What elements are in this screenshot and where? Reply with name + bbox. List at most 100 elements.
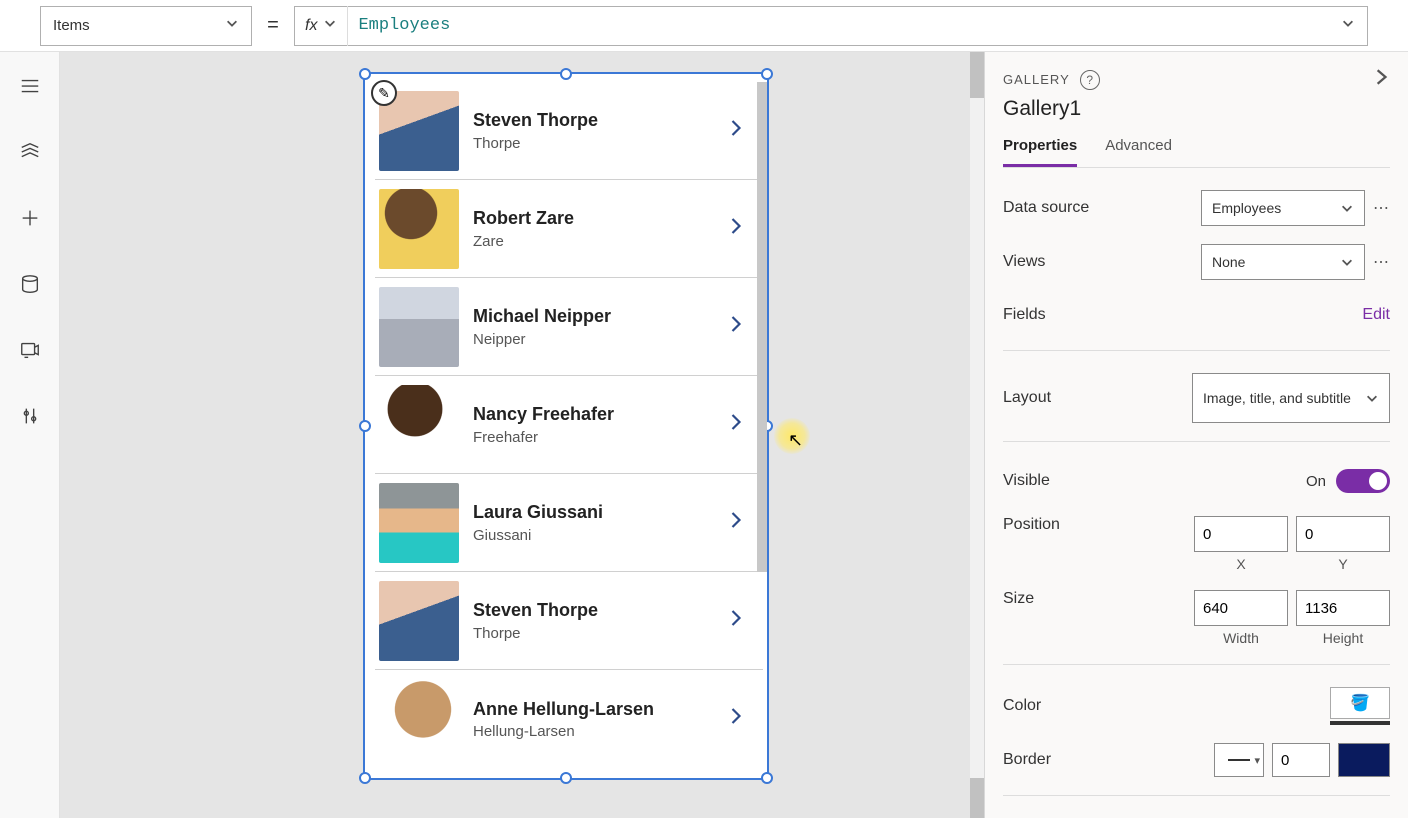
- chevron-right-icon[interactable]: [729, 509, 749, 537]
- list-item-text: Steven Thorpe Thorpe: [473, 599, 715, 641]
- hamburger-icon[interactable]: [18, 74, 42, 98]
- list-item-title: Michael Neipper: [473, 305, 715, 328]
- formula-expand-icon[interactable]: [1341, 16, 1355, 35]
- list-item-text: Michael Neipper Neipper: [473, 305, 715, 347]
- visible-toggle[interactable]: [1336, 469, 1390, 493]
- list-item-title: Anne Hellung-Larsen: [473, 698, 715, 721]
- list-item-subtitle: Neipper: [473, 331, 715, 348]
- visible-state: On: [1306, 473, 1326, 490]
- list-item-text: Laura Giussani Giussani: [473, 501, 715, 543]
- border-style-dropdown[interactable]: ▾: [1214, 743, 1264, 777]
- data-source-dropdown[interactable]: Employees: [1201, 190, 1365, 226]
- canvas-scrollbar[interactable]: [970, 52, 984, 818]
- border-color-swatch[interactable]: [1338, 743, 1390, 777]
- size-height-input[interactable]: 1136: [1296, 590, 1390, 626]
- list-item-text: Nancy Freehafer Freehafer: [473, 403, 715, 445]
- media-icon[interactable]: [18, 338, 42, 362]
- control-name: Gallery1: [1003, 97, 1390, 121]
- formula-text[interactable]: Employees: [358, 16, 1355, 35]
- gallery-scrollbar[interactable]: [757, 82, 767, 572]
- list-item[interactable]: Laura Giussani Giussani: [375, 474, 763, 572]
- chevron-down-icon: [225, 16, 239, 35]
- property-selector[interactable]: Items: [40, 6, 252, 46]
- size-width-input[interactable]: 640: [1194, 590, 1288, 626]
- color-label: Color: [1003, 697, 1041, 715]
- chevron-right-icon[interactable]: [729, 705, 749, 733]
- panel-type: GALLERY: [1003, 72, 1070, 87]
- more-icon[interactable]: ⋯: [1373, 252, 1390, 272]
- views-label: Views: [1003, 253, 1045, 271]
- divider: [1003, 350, 1390, 351]
- chevron-right-icon[interactable]: [729, 411, 749, 439]
- border-width-input[interactable]: 0: [1272, 743, 1330, 777]
- divider: [1003, 664, 1390, 665]
- visible-label: Visible: [1003, 472, 1050, 490]
- tree-view-icon[interactable]: [18, 140, 42, 164]
- chevron-right-icon[interactable]: [729, 117, 749, 145]
- edit-template-icon[interactable]: ✎: [371, 80, 397, 106]
- chevron-right-icon[interactable]: [1372, 68, 1390, 91]
- chevron-right-icon[interactable]: [729, 313, 749, 341]
- list-item[interactable]: Steven Thorpe Thorpe: [375, 572, 763, 670]
- data-icon[interactable]: [18, 272, 42, 296]
- canvas[interactable]: ✎ Steven Thorpe Thorpe Robert Zare Zare: [60, 52, 984, 818]
- formula-input-wrapper: fx Employees: [294, 6, 1368, 46]
- paint-bucket-icon: 🪣: [1350, 693, 1370, 713]
- list-item[interactable]: Nancy Freehafer Freehafer: [375, 376, 763, 474]
- size-label: Size: [1003, 590, 1034, 608]
- list-item-subtitle: Thorpe: [473, 625, 715, 642]
- fields-edit-link[interactable]: Edit: [1362, 306, 1390, 324]
- equals-sign: =: [264, 14, 282, 37]
- list-item[interactable]: Robert Zare Zare: [375, 180, 763, 278]
- position-x-input[interactable]: 0: [1194, 516, 1288, 552]
- list-item-text: Anne Hellung-Larsen Hellung-Larsen: [473, 698, 715, 740]
- fields-label: Fields: [1003, 306, 1046, 324]
- layout-dropdown[interactable]: Image, title, and subtitle: [1192, 373, 1390, 423]
- list-item[interactable]: Anne Hellung-Larsen Hellung-Larsen: [375, 670, 763, 768]
- views-dropdown[interactable]: None: [1201, 244, 1365, 280]
- position-x-sublabel: X: [1194, 556, 1288, 572]
- data-source-value: Employees: [1212, 200, 1281, 216]
- list-item[interactable]: Steven Thorpe Thorpe: [375, 82, 763, 180]
- line-icon: [1228, 759, 1250, 761]
- divider: [1003, 441, 1390, 442]
- position-label: Position: [1003, 516, 1060, 534]
- formula-bar: Items = fx Employees: [0, 0, 1408, 52]
- scrollbar-thumb[interactable]: [970, 52, 984, 98]
- color-picker[interactable]: 🪣: [1330, 687, 1390, 725]
- avatar: [379, 679, 459, 759]
- insert-icon[interactable]: [18, 206, 42, 230]
- help-icon[interactable]: ?: [1080, 70, 1100, 90]
- chevron-down-icon: [323, 16, 337, 35]
- avatar: [379, 189, 459, 269]
- chevron-right-icon[interactable]: [729, 215, 749, 243]
- cursor-highlight: [774, 418, 810, 454]
- avatar: [379, 581, 459, 661]
- chevron-down-icon: [1340, 201, 1354, 215]
- fx-button[interactable]: fx: [295, 6, 348, 46]
- tools-icon[interactable]: [18, 404, 42, 428]
- list-item-subtitle: Giussani: [473, 527, 715, 544]
- list-item[interactable]: Michael Neipper Neipper: [375, 278, 763, 376]
- divider: [1003, 795, 1390, 796]
- tab-properties[interactable]: Properties: [1003, 137, 1077, 167]
- position-y-input[interactable]: 0: [1296, 516, 1390, 552]
- chevron-right-icon[interactable]: [729, 607, 749, 635]
- tab-advanced[interactable]: Advanced: [1105, 137, 1172, 167]
- cursor-icon: ↖: [788, 430, 803, 451]
- color-underline: [1330, 721, 1390, 725]
- property-selector-label: Items: [53, 17, 90, 34]
- data-source-label: Data source: [1003, 199, 1089, 217]
- position-y-sublabel: Y: [1296, 556, 1390, 572]
- avatar: [379, 287, 459, 367]
- properties-panel: GALLERY ? Gallery1 Properties Advanced D…: [984, 52, 1408, 818]
- panel-tabs: Properties Advanced: [1003, 137, 1390, 168]
- list-item-subtitle: Thorpe: [473, 135, 715, 152]
- gallery-items: Steven Thorpe Thorpe Robert Zare Zare: [365, 74, 767, 778]
- gallery-control[interactable]: ✎ Steven Thorpe Thorpe Robert Zare Zare: [365, 74, 767, 778]
- scrollbar-thumb[interactable]: [970, 778, 984, 818]
- border-label: Border: [1003, 751, 1051, 769]
- size-width-sublabel: Width: [1194, 630, 1288, 646]
- more-icon[interactable]: ⋯: [1373, 198, 1390, 218]
- list-item-title: Robert Zare: [473, 207, 715, 230]
